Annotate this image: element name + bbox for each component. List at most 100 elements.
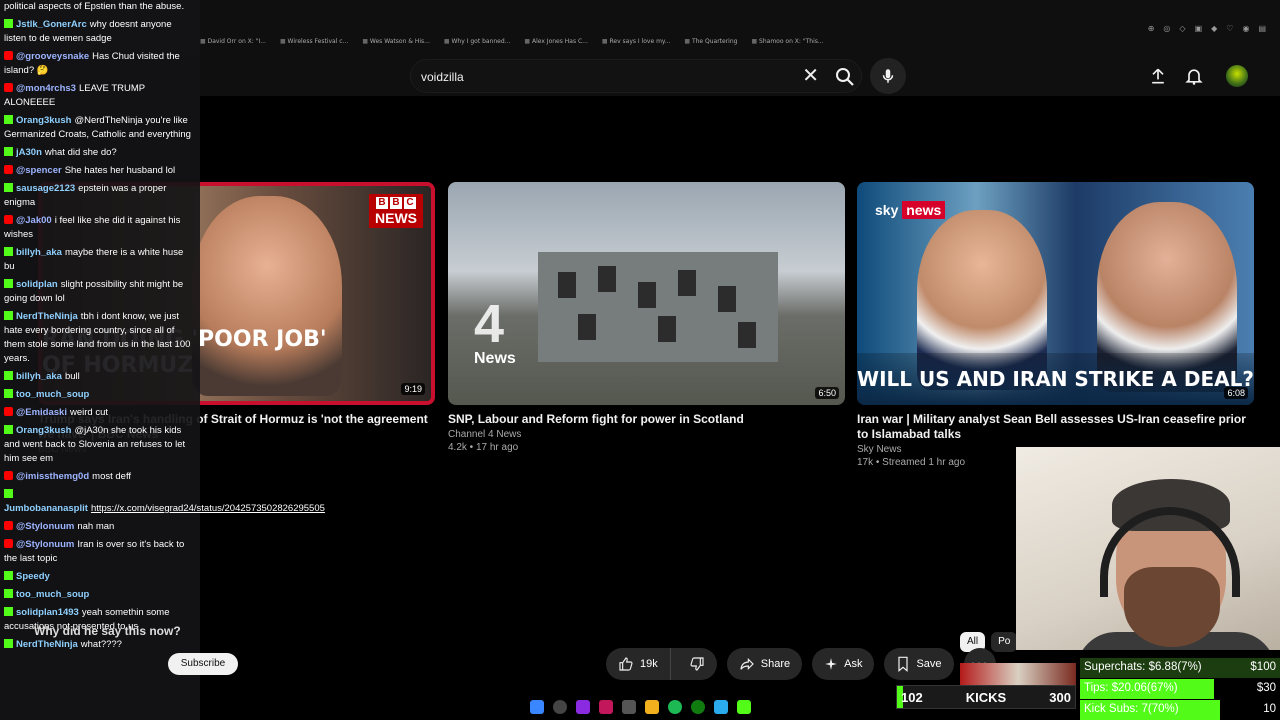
telegram-icon[interactable] <box>714 700 728 714</box>
windows-start-icon[interactable] <box>530 700 544 714</box>
chat-message: @spencer She hates her husband lol <box>4 164 196 178</box>
chat-username[interactable]: Jstlk_GonerArc <box>16 19 87 30</box>
video-card[interactable]: sky news WILL US AND IRAN STRIKE A DEAL?… <box>857 182 1257 468</box>
search-input[interactable]: voidzilla <box>421 70 464 84</box>
chat-username[interactable]: Speedy <box>16 571 50 582</box>
subscribe-button[interactable]: Subscribe <box>168 653 238 675</box>
channel4-number: 4 <box>474 294 505 354</box>
account-avatar[interactable] <box>1226 65 1248 87</box>
chat-text: political aspects of Epstien than the ab… <box>4 1 185 12</box>
sky-word: sky <box>875 202 899 218</box>
extension-icon[interactable]: ▣ <box>1195 24 1203 33</box>
chat-text: bull <box>64 371 80 382</box>
thumbs-up-icon <box>619 657 633 671</box>
extension-icon[interactable]: ◇ <box>1179 24 1185 33</box>
kick-icon <box>4 639 13 648</box>
upload-icon[interactable] <box>1148 66 1168 86</box>
kick-icon <box>4 389 13 398</box>
chat-username[interactable]: Orang3kush <box>16 115 71 126</box>
kick-icon <box>4 19 13 28</box>
kick-icon <box>4 607 13 616</box>
bookmark-item[interactable]: The Quartering <box>684 38 738 45</box>
chat-username[interactable]: sausage2123 <box>16 183 75 194</box>
chat-username[interactable]: solidplan1493 <box>16 607 79 618</box>
chat-username[interactable]: @Stylonuum <box>16 539 74 550</box>
bookmark-item[interactable]: Rev says I love my... <box>602 38 670 45</box>
video-card[interactable]: 4 News 6:50 SNP, Labour and Reform fight… <box>448 182 848 453</box>
chat-message: @Stylonuum nah man <box>4 520 196 534</box>
bookmark-item[interactable]: Wireless Festival c... <box>280 38 349 45</box>
youtube-header: voidzilla ✕ <box>200 56 1280 96</box>
chat-username[interactable]: Jumbobananasplit <box>4 503 88 514</box>
save-button[interactable]: Save <box>884 648 954 680</box>
chat-username[interactable]: too_much_soup <box>16 589 89 600</box>
chat-username[interactable]: too_much_soup <box>16 389 89 400</box>
video-duration: 6:50 <box>815 387 839 399</box>
app-icon[interactable] <box>576 700 590 714</box>
extension-icon[interactable]: ◎ <box>1163 24 1170 33</box>
app-icon[interactable] <box>599 700 613 714</box>
ask-label: Ask <box>844 658 863 670</box>
chat-text: She hates her husband lol <box>64 165 176 176</box>
channel-name[interactable]: Channel 4 News <box>448 429 848 440</box>
sparkle-icon <box>825 658 837 670</box>
taskbar <box>530 700 751 714</box>
settings-icon[interactable] <box>622 700 636 714</box>
chat-username[interactable]: @grooveysnake <box>16 51 89 62</box>
kicks-goal-image <box>960 663 1076 685</box>
extension-icon[interactable]: ◉ <box>1242 24 1249 33</box>
youtube-icon <box>4 83 13 92</box>
share-button[interactable]: Share <box>726 648 803 680</box>
kicks-target: 300 <box>1049 689 1071 705</box>
bookmark-item[interactable]: Why I got banned... <box>444 38 510 45</box>
voice-search-button[interactable] <box>870 58 906 94</box>
dislike-button[interactable] <box>677 648 717 680</box>
extension-icon[interactable]: ▤ <box>1258 24 1266 33</box>
video-title[interactable]: SNP, Labour and Reform fight for power i… <box>448 412 848 427</box>
video-title[interactable]: Iran war | Military analyst Sean Bell as… <box>857 412 1257 442</box>
youtube-icon <box>4 165 13 174</box>
zoom-icon[interactable]: ⊕ <box>1148 24 1155 33</box>
chat-username[interactable]: jA30n <box>16 147 42 158</box>
folder-icon[interactable] <box>645 700 659 714</box>
shield-icon[interactable]: ◆ <box>1211 24 1217 33</box>
bookmark-item[interactable]: Wes Watson & His... <box>362 38 430 45</box>
chat-username[interactable]: @mon4rchs3 <box>16 83 76 94</box>
kick-icon <box>4 115 13 124</box>
chat-username[interactable]: billyh_aka <box>16 371 62 382</box>
bookmark-item[interactable]: Alex Jones Has C... <box>524 38 588 45</box>
chat-username[interactable]: @Jak00 <box>16 215 52 226</box>
xbox-icon[interactable] <box>691 700 705 714</box>
bookmark-item[interactable]: Shamoo on X: "This... <box>751 38 824 45</box>
bookmark-item[interactable]: David Orr on X: "I... <box>200 38 266 45</box>
search-icon[interactable] <box>833 65 857 89</box>
like-button[interactable]: 19k <box>606 648 671 680</box>
search-box[interactable]: voidzilla ✕ <box>410 59 862 93</box>
kick-icon <box>4 489 13 498</box>
bell-icon[interactable] <box>1184 66 1204 86</box>
chat-username[interactable]: @Stylonuum <box>16 521 74 532</box>
chat-message: too_much_soup <box>4 388 196 402</box>
thumbs-down-icon <box>690 657 704 671</box>
heart-icon[interactable]: ♡ <box>1226 24 1233 33</box>
chat-link[interactable]: https://x.com/visegrad24/status/20425735… <box>91 503 325 514</box>
youtube-icon <box>4 215 13 224</box>
kick-icon[interactable] <box>737 700 751 714</box>
search-icon[interactable] <box>553 700 567 714</box>
chat-username[interactable]: billyh_aka <box>16 247 62 258</box>
chat-username[interactable]: @Emidaski <box>16 407 67 418</box>
sky-news-logo: sky news <box>875 201 946 219</box>
chat-username[interactable]: @imissthemg0d <box>16 471 89 482</box>
sky-news-word: news <box>902 201 946 219</box>
chat-username[interactable]: @spencer <box>16 165 62 176</box>
video-thumbnail[interactable]: 4 News 6:50 <box>448 182 845 405</box>
chat-username[interactable]: NerdTheNinja <box>16 639 78 650</box>
video-thumbnail[interactable]: sky news WILL US AND IRAN STRIKE A DEAL?… <box>857 182 1254 405</box>
chat-username[interactable]: solidplan <box>16 279 58 290</box>
spotify-icon[interactable] <box>668 700 682 714</box>
clear-search-button[interactable]: ✕ <box>802 66 819 86</box>
chat-text: what did she do? <box>44 147 117 158</box>
chat-username[interactable]: Orang3kush <box>16 425 71 436</box>
ask-button[interactable]: Ask <box>812 648 875 680</box>
chat-username[interactable]: NerdTheNinja <box>16 311 78 322</box>
